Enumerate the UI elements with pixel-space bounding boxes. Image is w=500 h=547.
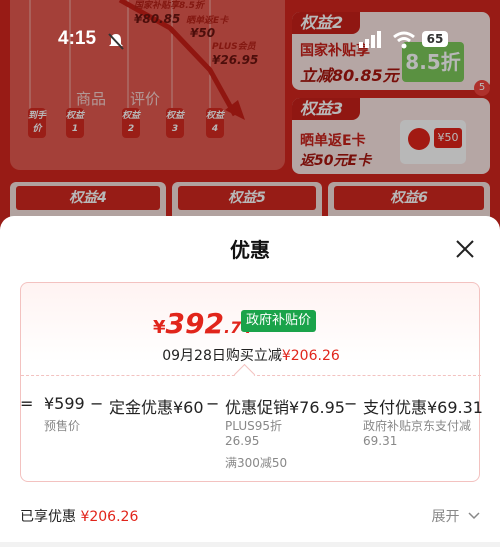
formula-deposit: 定金优惠¥60 [109, 398, 204, 417]
enjoyed-label: 已享优惠 [20, 509, 76, 525]
battery-level: 65 [426, 32, 444, 46]
status-bar: 4:15 65 [0, 28, 500, 56]
bell-muted-icon [108, 33, 124, 50]
enjoyed-discount: 已享优惠 ¥206.26 [20, 506, 138, 526]
formula-promo: 优惠促销¥76.95 [225, 398, 345, 417]
date-prefix: 09月28日购买立减 [162, 348, 282, 364]
close-icon[interactable] [452, 236, 478, 262]
promo-note-2: 26.95 [225, 434, 260, 448]
formula-pay: 支付优惠¥69.31 [363, 398, 483, 417]
signal-icon [359, 31, 381, 48]
formula-base-price: ¥599 [44, 394, 85, 413]
battery-icon: 65 [422, 31, 448, 47]
expand-label: 展开 [431, 509, 460, 525]
purchase-date-line: 09月28日购买立减¥206.26 [21, 345, 481, 365]
base-price-note: 预售价 [44, 419, 81, 433]
discount-card: ¥392.74 政府补贴价 09月28日购买立减¥206.26 [20, 282, 481, 482]
final-price: ¥392.74 [153, 307, 252, 340]
formula-minus-2: − [206, 394, 220, 413]
promo-note-1: PLUS95折 [225, 419, 282, 433]
expand-button[interactable]: 展开 [432, 506, 480, 526]
formula-minus-3: − [344, 394, 358, 413]
formula-equals: = [20, 394, 34, 413]
price-currency: ¥ [153, 317, 166, 338]
promo-note-3: 满300减50 [225, 456, 288, 470]
pay-note-2: 69.31 [363, 434, 398, 448]
chevron-down-icon [468, 512, 480, 520]
price-integer: 392 [165, 307, 224, 340]
wifi-icon [393, 31, 415, 49]
date-amount: ¥206.26 [281, 348, 340, 364]
formula-minus-1: − [90, 394, 104, 413]
bottom-divider [0, 542, 500, 547]
sheet-title: 优惠 [230, 238, 270, 262]
pay-note-1: 政府补贴京东支付减 [363, 419, 472, 433]
gov-subsidy-tag: 政府补贴价 [241, 310, 317, 332]
divider-notch [233, 363, 256, 386]
discount-sheet: 优惠 ¥392.74 政府补贴价 09月28日购买立减¥206.26 = ¥59… [0, 216, 500, 547]
enjoyed-amount: ¥206.26 [80, 509, 139, 525]
status-time: 4:15 [58, 28, 97, 49]
